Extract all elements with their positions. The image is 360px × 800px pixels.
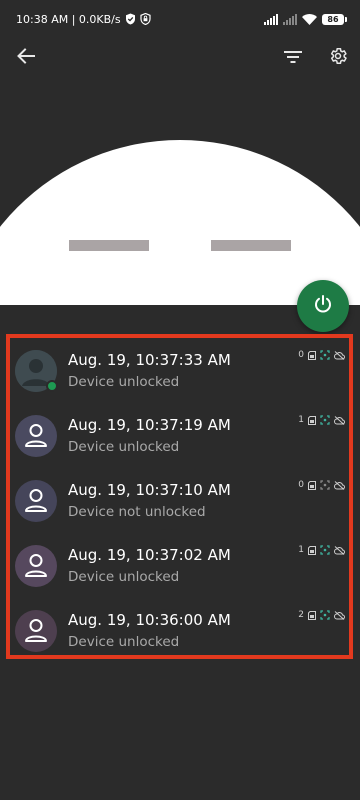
event-status: Device unlocked <box>68 439 180 455</box>
event-timestamp: Aug. 19, 10:37:33 AM <box>68 351 231 369</box>
cloud-off-icon <box>334 415 345 425</box>
sim-card-icon <box>308 610 316 620</box>
fingerprint-icon <box>320 415 330 425</box>
arrow-left-icon <box>17 48 35 68</box>
photo-count: 1 <box>298 415 304 425</box>
photo-count: 0 <box>298 350 304 360</box>
status-bar: 10:38 AM | 0.0KB/s 86 <box>0 0 360 38</box>
avatar <box>15 350 58 392</box>
event-meta: 0 <box>298 350 345 360</box>
event-status: Device not unlocked <box>68 504 206 520</box>
cloud-off-icon <box>334 610 345 620</box>
sim-card-icon <box>308 545 316 555</box>
photo-count: 0 <box>298 480 304 490</box>
status-time-speed: 10:38 AM | 0.0KB/s <box>16 12 121 26</box>
event-meta: 2 <box>298 610 345 620</box>
person-icon <box>25 619 47 642</box>
event-row[interactable]: Aug. 19, 10:36:00 AM Device unlocked 2 <box>10 599 349 663</box>
fingerprint-icon <box>320 480 330 490</box>
event-timestamp: Aug. 19, 10:37:10 AM <box>68 481 231 499</box>
event-row[interactable]: Aug. 19, 10:37:33 AM Device unlocked 0 <box>10 339 349 403</box>
wifi-icon <box>302 13 317 25</box>
event-row[interactable]: Aug. 19, 10:37:10 AM Device not unlocked… <box>10 469 349 533</box>
avatar <box>15 545 57 587</box>
battery-level: 86 <box>327 14 339 24</box>
event-meta: 1 <box>298 545 345 555</box>
event-list: Aug. 19, 10:37:33 AM Device unlocked 0 A… <box>6 334 353 659</box>
signal-icon <box>283 13 297 25</box>
sim-card-icon <box>308 350 316 360</box>
photo-count: 1 <box>298 545 304 555</box>
status-right: 86 <box>264 13 347 25</box>
event-timestamp: Aug. 19, 10:37:19 AM <box>68 416 231 434</box>
right-eye <box>211 240 291 251</box>
event-status: Device unlocked <box>68 374 180 390</box>
person-icon <box>25 489 47 512</box>
cloud-off-icon <box>334 350 345 360</box>
event-status: Device unlocked <box>68 634 180 650</box>
event-row[interactable]: Aug. 19, 10:37:02 AM Device unlocked 1 <box>10 534 349 598</box>
photo-count: 2 <box>298 610 304 620</box>
event-status: Device unlocked <box>68 569 180 585</box>
shield-check-icon <box>125 13 136 25</box>
filter-icon <box>284 49 302 68</box>
person-icon <box>25 554 47 577</box>
lock-badge-icon <box>140 13 151 25</box>
cloud-off-icon <box>334 545 345 555</box>
back-button[interactable] <box>10 42 42 74</box>
power-button[interactable] <box>297 280 349 332</box>
fingerprint-icon <box>320 350 330 360</box>
face-shape <box>0 140 360 305</box>
event-meta: 0 <box>298 480 345 490</box>
toolbar <box>0 38 360 76</box>
face-illustration <box>0 140 360 305</box>
battery-icon: 86 <box>322 13 347 25</box>
filter-button[interactable] <box>277 42 309 74</box>
person-icon <box>25 424 47 447</box>
fingerprint-icon <box>320 610 330 620</box>
settings-button[interactable] <box>322 42 354 74</box>
avatar <box>15 480 57 522</box>
avatar <box>15 610 57 652</box>
left-eye <box>69 240 149 251</box>
event-timestamp: Aug. 19, 10:37:02 AM <box>68 546 231 564</box>
gear-icon <box>328 46 348 70</box>
signal-icon <box>264 13 278 25</box>
power-icon <box>313 294 333 318</box>
cloud-off-icon <box>334 480 345 490</box>
fingerprint-icon <box>320 545 330 555</box>
event-row[interactable]: Aug. 19, 10:37:19 AM Device unlocked 1 <box>10 404 349 468</box>
status-left: 10:38 AM | 0.0KB/s <box>16 13 151 26</box>
online-status-dot <box>46 380 58 392</box>
event-timestamp: Aug. 19, 10:36:00 AM <box>68 611 231 629</box>
avatar <box>15 415 57 457</box>
sim-card-icon <box>308 415 316 425</box>
event-meta: 1 <box>298 415 345 425</box>
sim-card-icon <box>308 480 316 490</box>
